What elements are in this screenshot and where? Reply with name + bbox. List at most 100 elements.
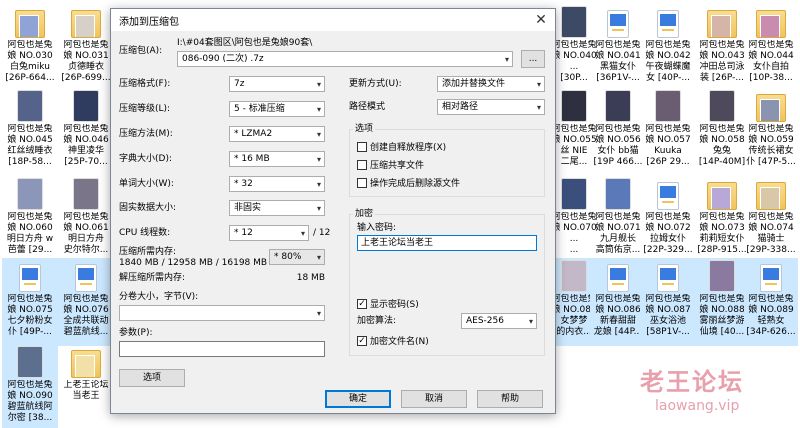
chevron-down-icon: ▾	[316, 180, 321, 189]
close-icon[interactable]: ✕	[527, 9, 555, 31]
folder-icon	[15, 10, 45, 38]
file-item[interactable]: 阿包也是兔 娘 NO.088 雾丽丝梦游 仙境 [40...	[694, 258, 750, 346]
file-item[interactable]: 阿包也是兔 娘 NO.072 拉姆女仆 [22P-329...	[640, 176, 696, 264]
file-item[interactable]: 阿包也是兔 娘 NO.086 新春甜甜 龙娘 [44P...	[590, 258, 646, 346]
file-item[interactable]: 阿包也是兔 娘 NO.056 女仆 bb猫 [19P 466...	[590, 88, 646, 176]
memory-value: 1840 MB / 12958 MB / 16198 MB	[119, 258, 268, 268]
image-thumbnail-icon	[561, 260, 587, 292]
file-icon	[19, 264, 41, 292]
file-item[interactable]: 阿包也是兔 娘 NO.076 全成共联动 碧蓝航线...	[58, 258, 114, 346]
delete-after-checkbox[interactable]: 操作完成后删除源文件	[357, 176, 460, 189]
path-mode-value: 相对路径	[442, 102, 479, 112]
file-item-label: 阿包也是兔 娘 NO.088 雾丽丝梦游 仙境 [40...	[699, 294, 745, 337]
file-item-label: 阿包也是兔 娘 NO.090 碧蓝航线阿 尔密 [38...	[7, 380, 53, 423]
file-item[interactable]: 阿包也是兔 娘 NO.087 巫女浴池 [58P1V-...	[640, 258, 696, 346]
file-item-label: 阿包也是兔 娘 NO.059 传统长裙女 仆 [47P-5...	[746, 124, 796, 167]
folder-icon	[707, 10, 737, 38]
image-thumbnail-icon	[655, 90, 681, 122]
chevron-down-icon: ▾	[316, 204, 321, 213]
chevron-down-icon: ▾	[316, 309, 321, 318]
file-item[interactable]: 阿包也是兔 娘 NO.058 兔兔 [14P-40M]	[694, 88, 750, 176]
word-value: * 32	[234, 179, 253, 189]
params-input[interactable]	[119, 341, 325, 357]
file-item[interactable]: 阿包也是兔 娘 NO.041 黑猫女仆 [36P1V-...	[590, 4, 646, 92]
file-item-label: 阿包也是兔 娘 NO.031 贞德睡衣 [26P-699...	[61, 40, 111, 83]
split-label: 分卷大小，字节(V):	[119, 292, 199, 302]
file-item[interactable]: 阿包也是兔 娘 NO.043 冲田总司泳 装 [26P-...	[694, 4, 750, 92]
memory-percent-value: * 80%	[274, 252, 302, 262]
word-combo[interactable]: * 32 ▾	[229, 176, 325, 192]
create-sfx-checkbox[interactable]: 创建自释放程序(X)	[357, 140, 446, 153]
encryption-method-label: 加密算法:	[357, 316, 397, 326]
encrypt-names-checkbox[interactable]: ✓ 加密文件名(N)	[357, 334, 429, 347]
file-item-label: 阿包也是兔 娘 NO.061 明日方舟 史尔特尔...	[63, 212, 109, 255]
shared-files-checkbox[interactable]: 压缩共享文件	[357, 158, 424, 171]
file-icon	[760, 264, 782, 292]
help-button[interactable]: 帮助	[477, 390, 543, 408]
archive-name-combo[interactable]: 086-090 (二次) .7z ▾	[177, 51, 513, 67]
cancel-button[interactable]: 取消	[401, 390, 467, 408]
dialog-titlebar[interactable]: 添加到压缩包 ✕	[111, 9, 555, 31]
file-item-label: 阿包也是兔 娘 NO.057 Kuuka [26P 29...	[645, 124, 691, 167]
options-button[interactable]: 选项	[119, 369, 185, 387]
shared-files-label: 压缩共享文件	[370, 161, 425, 171]
split-combo[interactable]: ▾	[119, 305, 325, 321]
file-icon	[657, 264, 679, 292]
archive-name-value: 086-090 (二次) .7z	[182, 54, 264, 64]
file-item[interactable]: 阿包也是兔 娘 NO.060 明日方舟 w 芭蕾 [29...	[2, 176, 58, 264]
file-item-label: 阿包也是兔 娘 NO.073 莉莉短女仆 [28P-915...	[697, 212, 747, 255]
image-thumbnail-icon	[17, 178, 43, 210]
archive-label: 压缩包(A):	[119, 46, 163, 56]
chevron-down-icon: ▾	[536, 80, 541, 89]
add-to-archive-dialog: 添加到压缩包 ✕ 压缩包(A): I:\#04套图区\阿包也是兔娘90套\ 08…	[110, 8, 556, 414]
file-item[interactable]: 阿包也是兔 娘 NO.031 贞德睡衣 [26P-699...	[58, 4, 114, 92]
solid-value: 非固实	[234, 203, 262, 213]
archive-path: I:\#04套图区\阿包也是兔娘90套\	[177, 38, 313, 48]
method-combo[interactable]: * LZMA2 ▾	[229, 126, 325, 142]
file-icon	[75, 264, 97, 292]
memory-percent-combo[interactable]: * 80% ▾	[269, 249, 325, 265]
file-item[interactable]: 阿包也是兔 娘 NO.074 猫骑士 [29P-338...	[744, 176, 798, 264]
file-item[interactable]: 阿包也是兔 娘 NO.073 莉莉短女仆 [28P-915...	[694, 176, 750, 264]
format-combo[interactable]: 7z ▾	[229, 76, 325, 92]
file-item[interactable]: 阿包也是兔 娘 NO.089 轻熟女 [34P-626...	[744, 258, 798, 346]
encryption-group-title: 加密	[353, 208, 376, 220]
chevron-down-icon: ▾	[316, 155, 321, 164]
file-item-label: 阿包也是兔 娘 NO.045 红丝绒睡衣 [18P-58...	[7, 124, 53, 167]
file-item[interactable]: 阿包也是兔 娘 NO.045 红丝绒睡衣 [18P-58...	[2, 88, 58, 176]
dict-combo[interactable]: * 16 MB ▾	[229, 151, 325, 167]
folder-icon	[71, 10, 101, 38]
ok-button[interactable]: 确定	[325, 390, 391, 408]
file-item[interactable]: 阿包也是兔 娘 NO.042 午夜蝴蝶魔 女 [40P-...	[640, 4, 696, 92]
level-combo[interactable]: 5 - 标准压缩 ▾	[229, 101, 325, 117]
password-input[interactable]: 上老王论坛当老王	[357, 235, 537, 251]
file-item-label: 阿包也是兔 娘 NO.042 午夜蝴蝶魔 女 [40P-...	[645, 40, 691, 83]
image-thumbnail-icon	[709, 260, 735, 292]
update-combo[interactable]: 添加并替换文件 ▾	[437, 76, 545, 92]
browse-button[interactable]: ...	[521, 50, 545, 68]
file-icon	[657, 182, 679, 210]
file-item[interactable]: 阿包也是兔 娘 NO.044 女仆自拍 [10P-38...	[744, 4, 798, 92]
show-password-label: 显示密码(S)	[370, 300, 419, 310]
file-item[interactable]: 阿包也是兔 娘 NO.061 明日方舟 史尔特尔...	[58, 176, 114, 264]
file-item-label: 上老王论坛 当老王	[63, 380, 109, 401]
encryption-method-value: AES-256	[466, 316, 504, 326]
file-item[interactable]: 阿包也是兔 娘 NO.090 碧蓝航线阿 尔密 [38...	[2, 344, 58, 428]
cpu-combo[interactable]: * 12 ▾	[229, 225, 309, 241]
file-item[interactable]: 阿包也是兔 娘 NO.071 九月舰长 高筒佑京...	[590, 176, 646, 264]
chevron-down-icon: ▾	[316, 80, 321, 89]
path-mode-combo[interactable]: 相对路径 ▾	[437, 99, 545, 115]
solid-combo[interactable]: 非固实 ▾	[229, 200, 325, 216]
chevron-down-icon: ▾	[536, 103, 541, 112]
image-thumbnail-icon	[17, 90, 43, 122]
file-item[interactable]: 阿包也是兔 娘 NO.075 七夕粉粉女 仆 [49P-...	[2, 258, 58, 346]
decompress-memory-value: 18 MB	[296, 273, 325, 283]
chevron-down-icon: ▾	[504, 55, 509, 64]
file-item[interactable]: 阿包也是兔 娘 NO.046 神里凌华 [25P-70...	[58, 88, 114, 176]
file-item[interactable]: 上老王论坛 当老王	[58, 344, 114, 428]
encryption-method-combo[interactable]: AES-256 ▾	[461, 313, 537, 329]
file-item[interactable]: 阿包也是兔 娘 NO.059 传统长裙女 仆 [47P-5...	[744, 88, 798, 176]
file-item[interactable]: 阿包也是兔 娘 NO.057 Kuuka [26P 29...	[640, 88, 696, 176]
file-item[interactable]: 阿包也是兔 娘 NO.030 白兔miku [26P-664...	[2, 4, 58, 92]
show-password-checkbox[interactable]: ✓ 显示密码(S)	[357, 297, 419, 310]
